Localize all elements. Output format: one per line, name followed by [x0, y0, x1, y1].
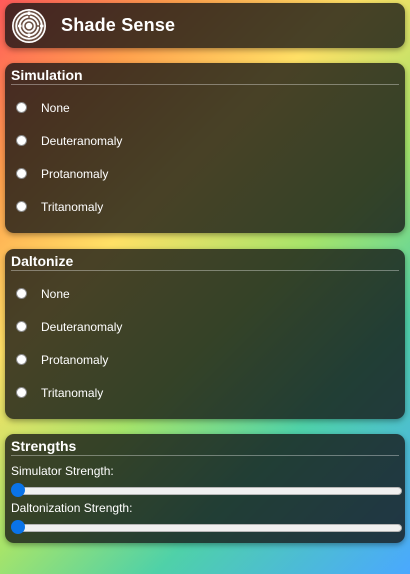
daltonize-option-tritanomaly[interactable]: Tritanomaly [5, 376, 405, 409]
slider-track[interactable] [12, 487, 402, 495]
simulation-option-tritanomaly[interactable]: Tritanomaly [5, 190, 405, 223]
option-label: None [41, 286, 70, 301]
radio-button[interactable] [16, 168, 27, 179]
slider-thumb[interactable] [11, 520, 25, 534]
simulation-title: Simulation [11, 63, 399, 85]
app-title: Shade Sense [61, 15, 176, 35]
daltonization-strength-slider[interactable] [11, 519, 402, 535]
daltonization-strength-label: Daltonization Strength: [11, 501, 133, 515]
radio-button[interactable] [16, 354, 27, 365]
radio-button[interactable] [16, 102, 27, 113]
radio-button[interactable] [16, 135, 27, 146]
simulation-option-deuteranomaly[interactable]: Deuteranomaly [5, 124, 405, 157]
radio-button[interactable] [16, 387, 27, 398]
slider-thumb[interactable] [11, 483, 25, 497]
radio-button[interactable] [16, 201, 27, 212]
daltonize-option-protanomaly[interactable]: Protanomaly [5, 343, 405, 376]
strengths-panel: Strengths Simulator Strength: Daltonizat… [5, 434, 405, 543]
app-header: Shade Sense [5, 3, 405, 48]
option-label: Deuteranomaly [41, 133, 123, 148]
option-label: Tritanomaly [41, 199, 104, 214]
option-label: Protanomaly [41, 166, 109, 181]
simulation-panel: Simulation None Deuteranomaly Protanomal… [5, 63, 405, 233]
concentric-maze-icon [12, 8, 46, 43]
daltonize-title: Daltonize [11, 249, 399, 271]
daltonize-option-deuteranomaly[interactable]: Deuteranomaly [5, 310, 405, 343]
simulation-option-none[interactable]: None [5, 91, 405, 124]
daltonize-panel: Daltonize None Deuteranomaly Protanomaly… [5, 249, 405, 419]
option-label: None [41, 100, 70, 115]
simulation-option-protanomaly[interactable]: Protanomaly [5, 157, 405, 190]
radio-button[interactable] [16, 288, 27, 299]
simulator-strength-label: Simulator Strength: [11, 464, 114, 478]
simulator-strength-slider[interactable] [11, 482, 402, 498]
radio-button[interactable] [16, 321, 27, 332]
option-label: Deuteranomaly [41, 319, 123, 334]
option-label: Protanomaly [41, 352, 109, 367]
daltonize-option-none[interactable]: None [5, 277, 405, 310]
option-label: Tritanomaly [41, 385, 104, 400]
strengths-title: Strengths [11, 434, 399, 456]
slider-track[interactable] [12, 524, 402, 532]
